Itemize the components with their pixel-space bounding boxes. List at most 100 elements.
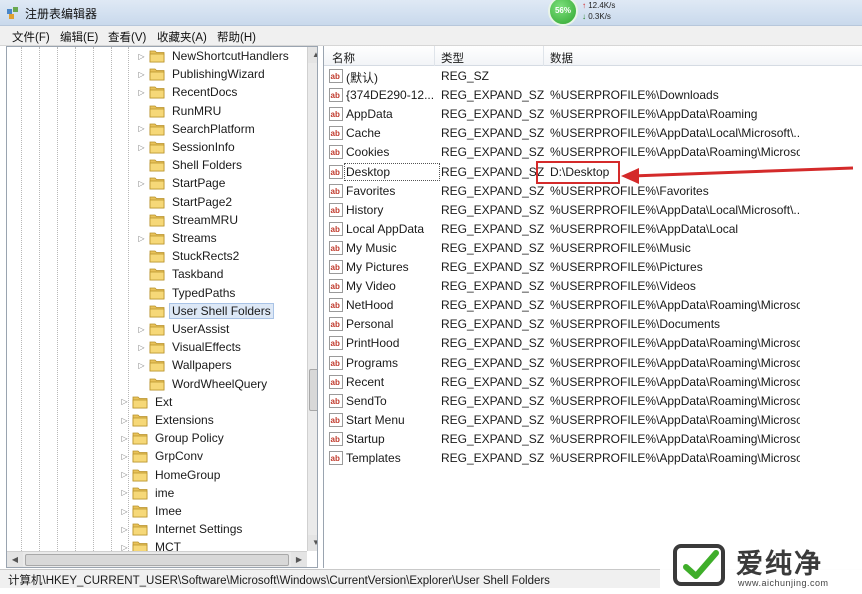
- scroll-up-icon[interactable]: ▲: [308, 47, 317, 63]
- tree-node[interactable]: ▷ NewShortcutHandlers: [137, 47, 292, 65]
- list-row[interactable]: ab My Pictures REG_EXPAND_SZ %USERPROFILE%\…: [324, 258, 862, 277]
- string-value-icon: ab: [329, 279, 343, 294]
- list-row[interactable]: ab Startup REG_EXPAND_SZ %USERPROFILE%\AppD…: [324, 430, 862, 449]
- tree-node[interactable]: ▷ Imee: [120, 502, 185, 520]
- list-row[interactable]: ab {374DE290-12... REG_EXPAND_SZ %USERPROFI…: [324, 86, 862, 105]
- tree-node[interactable]: ▷ Group Policy: [120, 429, 227, 447]
- tree-horizontal-scrollbar[interactable]: ◀ ▶: [7, 551, 307, 567]
- tree-node[interactable]: StreamMRU: [137, 211, 241, 229]
- scrollbar-thumb[interactable]: [309, 369, 317, 411]
- list-row[interactable]: ab Cache REG_EXPAND_SZ %USERPROFILE%\AppDat…: [324, 124, 862, 143]
- value-data: %USERPROFILE%\Pictures: [550, 260, 703, 274]
- menu-view[interactable]: 查看(V): [108, 29, 146, 45]
- expand-arrow-icon[interactable]: ▷: [120, 525, 129, 534]
- regedit-icon: [7, 7, 18, 19]
- tree-node[interactable]: StartPage2: [137, 193, 235, 211]
- tree-node[interactable]: ▷ VisualEffects: [137, 338, 244, 356]
- list-row[interactable]: ab Start Menu REG_EXPAND_SZ %USERPROFILE%\A…: [324, 411, 862, 430]
- list-row[interactable]: ab (默认) REG_SZ: [324, 67, 862, 86]
- tree-node[interactable]: ▷ UserAssist: [137, 320, 232, 338]
- tree-node[interactable]: WordWheelQuery: [137, 375, 270, 393]
- tree-node[interactable]: ▷ SearchPlatform: [137, 120, 258, 138]
- tree-node[interactable]: ▷ HomeGroup: [120, 466, 223, 484]
- scrollbar-thumb[interactable]: [25, 554, 289, 566]
- menu-file[interactable]: 文件(F): [12, 29, 50, 45]
- scroll-left-icon[interactable]: ◀: [7, 552, 23, 567]
- tree-node-label: StartPage: [172, 176, 226, 191]
- expand-arrow-icon[interactable]: ▷: [137, 143, 146, 152]
- tree-node[interactable]: ▷ SessionInfo: [137, 138, 238, 156]
- list-row[interactable]: ab Local AppData REG_EXPAND_SZ %USERPROFILE…: [324, 220, 862, 239]
- expand-arrow-icon[interactable]: ▷: [137, 179, 146, 188]
- tree-node[interactable]: Shell Folders: [137, 156, 245, 174]
- expand-arrow-icon[interactable]: ▷: [137, 343, 146, 352]
- scroll-down-icon[interactable]: ▼: [308, 535, 317, 551]
- tree-node[interactable]: TypedPaths: [137, 284, 238, 302]
- menu-help[interactable]: 帮助(H): [217, 29, 256, 45]
- tree-node-label: Wallpapers: [172, 358, 232, 373]
- expand-arrow-icon[interactable]: ▷: [137, 70, 146, 79]
- expand-arrow-icon[interactable]: ▷: [120, 416, 129, 425]
- value-type: REG_EXPAND_SZ: [441, 374, 545, 389]
- tree-vertical-scrollbar[interactable]: ▲ ▼: [307, 47, 317, 551]
- list-row[interactable]: ab My Music REG_EXPAND_SZ %USERPROFILE%\Mus…: [324, 239, 862, 258]
- menu-favorites[interactable]: 收藏夹(A): [157, 29, 207, 45]
- tree-node[interactable]: ▷ Streams: [137, 229, 220, 247]
- list-row[interactable]: ab History REG_EXPAND_SZ %USERPROFILE%\AppD…: [324, 201, 862, 220]
- value-data: %USERPROFILE%\AppData\Roaming\Microso...: [550, 451, 800, 465]
- expand-arrow-icon[interactable]: ▷: [137, 234, 146, 243]
- string-value-icon: ab: [329, 374, 343, 389]
- value-name: SendTo: [346, 393, 387, 408]
- column-header-type[interactable]: 类型: [441, 50, 464, 66]
- tree-node[interactable]: ▷ Extensions: [120, 411, 217, 429]
- tree-node[interactable]: ▷ RecentDocs: [137, 83, 240, 101]
- list-row[interactable]: ab AppData REG_EXPAND_SZ %USERPROFILE%\AppD…: [324, 105, 862, 124]
- tree-node[interactable]: StuckRects2: [137, 247, 242, 265]
- expand-arrow-icon[interactable]: ▷: [120, 434, 129, 443]
- expand-arrow-icon[interactable]: ▷: [120, 470, 129, 479]
- list-row[interactable]: ab SendTo REG_EXPAND_SZ %USERPROFILE%\AppDa…: [324, 392, 862, 411]
- tree-node[interactable]: ▷ Internet Settings: [120, 520, 245, 538]
- list-row[interactable]: ab Personal REG_EXPAND_SZ %USERPROFILE%\Doc…: [324, 315, 862, 334]
- column-header-data[interactable]: 数据: [550, 50, 573, 66]
- folder-icon: [149, 378, 165, 390]
- tree-node[interactable]: ▷ ime: [120, 484, 177, 502]
- values-list[interactable]: 名称 类型 数据 ab (默认) REG_SZ ab {374DE290-12... RE…: [323, 46, 862, 568]
- expand-arrow-icon[interactable]: ▷: [120, 397, 129, 406]
- tree-node[interactable]: ▷ GrpConv: [120, 447, 206, 465]
- expand-arrow-icon[interactable]: ▷: [137, 325, 146, 334]
- expand-arrow-icon[interactable]: ▷: [137, 361, 146, 370]
- tree-node[interactable]: ▷ Ext: [120, 393, 175, 411]
- list-row[interactable]: ab My Video REG_EXPAND_SZ %USERPROFILE%\Vid…: [324, 277, 862, 296]
- svg-text:ab: ab: [331, 129, 340, 138]
- tree-node[interactable]: ▷ Wallpapers: [137, 356, 235, 374]
- expand-arrow-icon[interactable]: ▷: [137, 52, 146, 61]
- list-row[interactable]: ab PrintHood REG_EXPAND_SZ %USERPROFILE%\Ap…: [324, 334, 862, 353]
- expand-arrow-icon[interactable]: ▷: [120, 452, 129, 461]
- value-name: (默认): [346, 71, 378, 85]
- tree-node[interactable]: ▷ StartPage: [137, 174, 228, 192]
- list-row[interactable]: ab Cookies REG_EXPAND_SZ %USERPROFILE%\AppD…: [324, 143, 862, 162]
- tree-node[interactable]: RunMRU: [137, 102, 224, 120]
- tree-node-label: WordWheelQuery: [172, 376, 268, 391]
- tree-node[interactable]: ▷ PublishingWizard: [137, 65, 268, 83]
- list-row[interactable]: ab Templates REG_EXPAND_SZ %USERPROFILE%\Ap…: [324, 449, 862, 468]
- list-row[interactable]: ab Recent REG_EXPAND_SZ %USERPROFILE%\AppDa…: [324, 373, 862, 392]
- expand-arrow-icon[interactable]: ▷: [137, 124, 146, 133]
- tree-node[interactable]: User Shell Folders: [137, 302, 274, 320]
- expand-arrow-icon[interactable]: ▷: [137, 88, 146, 97]
- registry-tree[interactable]: ▷ NewShortcutHandlers ▷ PublishingWizard ▷ Re…: [6, 46, 318, 568]
- list-row[interactable]: ab NetHood REG_EXPAND_SZ %USERPROFILE%\AppD…: [324, 296, 862, 315]
- value-name: {374DE290-12...: [346, 88, 435, 103]
- scroll-right-icon[interactable]: ▶: [291, 552, 307, 567]
- value-type: REG_EXPAND_SZ: [441, 355, 545, 370]
- tree-node[interactable]: Taskband: [137, 265, 226, 283]
- string-value-icon: ab: [329, 107, 343, 122]
- expand-arrow-icon[interactable]: ▷: [120, 488, 129, 497]
- expand-arrow-icon[interactable]: ▷: [120, 507, 129, 516]
- list-row[interactable]: ab Programs REG_EXPAND_SZ %USERPROFILE%\App…: [324, 354, 862, 373]
- menu-edit[interactable]: 编辑(E): [60, 29, 98, 45]
- column-header-name[interactable]: 名称: [332, 50, 355, 66]
- value-data: %USERPROFILE%\AppData\Local\Microsoft\..…: [550, 126, 800, 141]
- menu-bar: 文件(F) 编辑(E) 查看(V) 收藏夹(A) 帮助(H): [0, 26, 862, 46]
